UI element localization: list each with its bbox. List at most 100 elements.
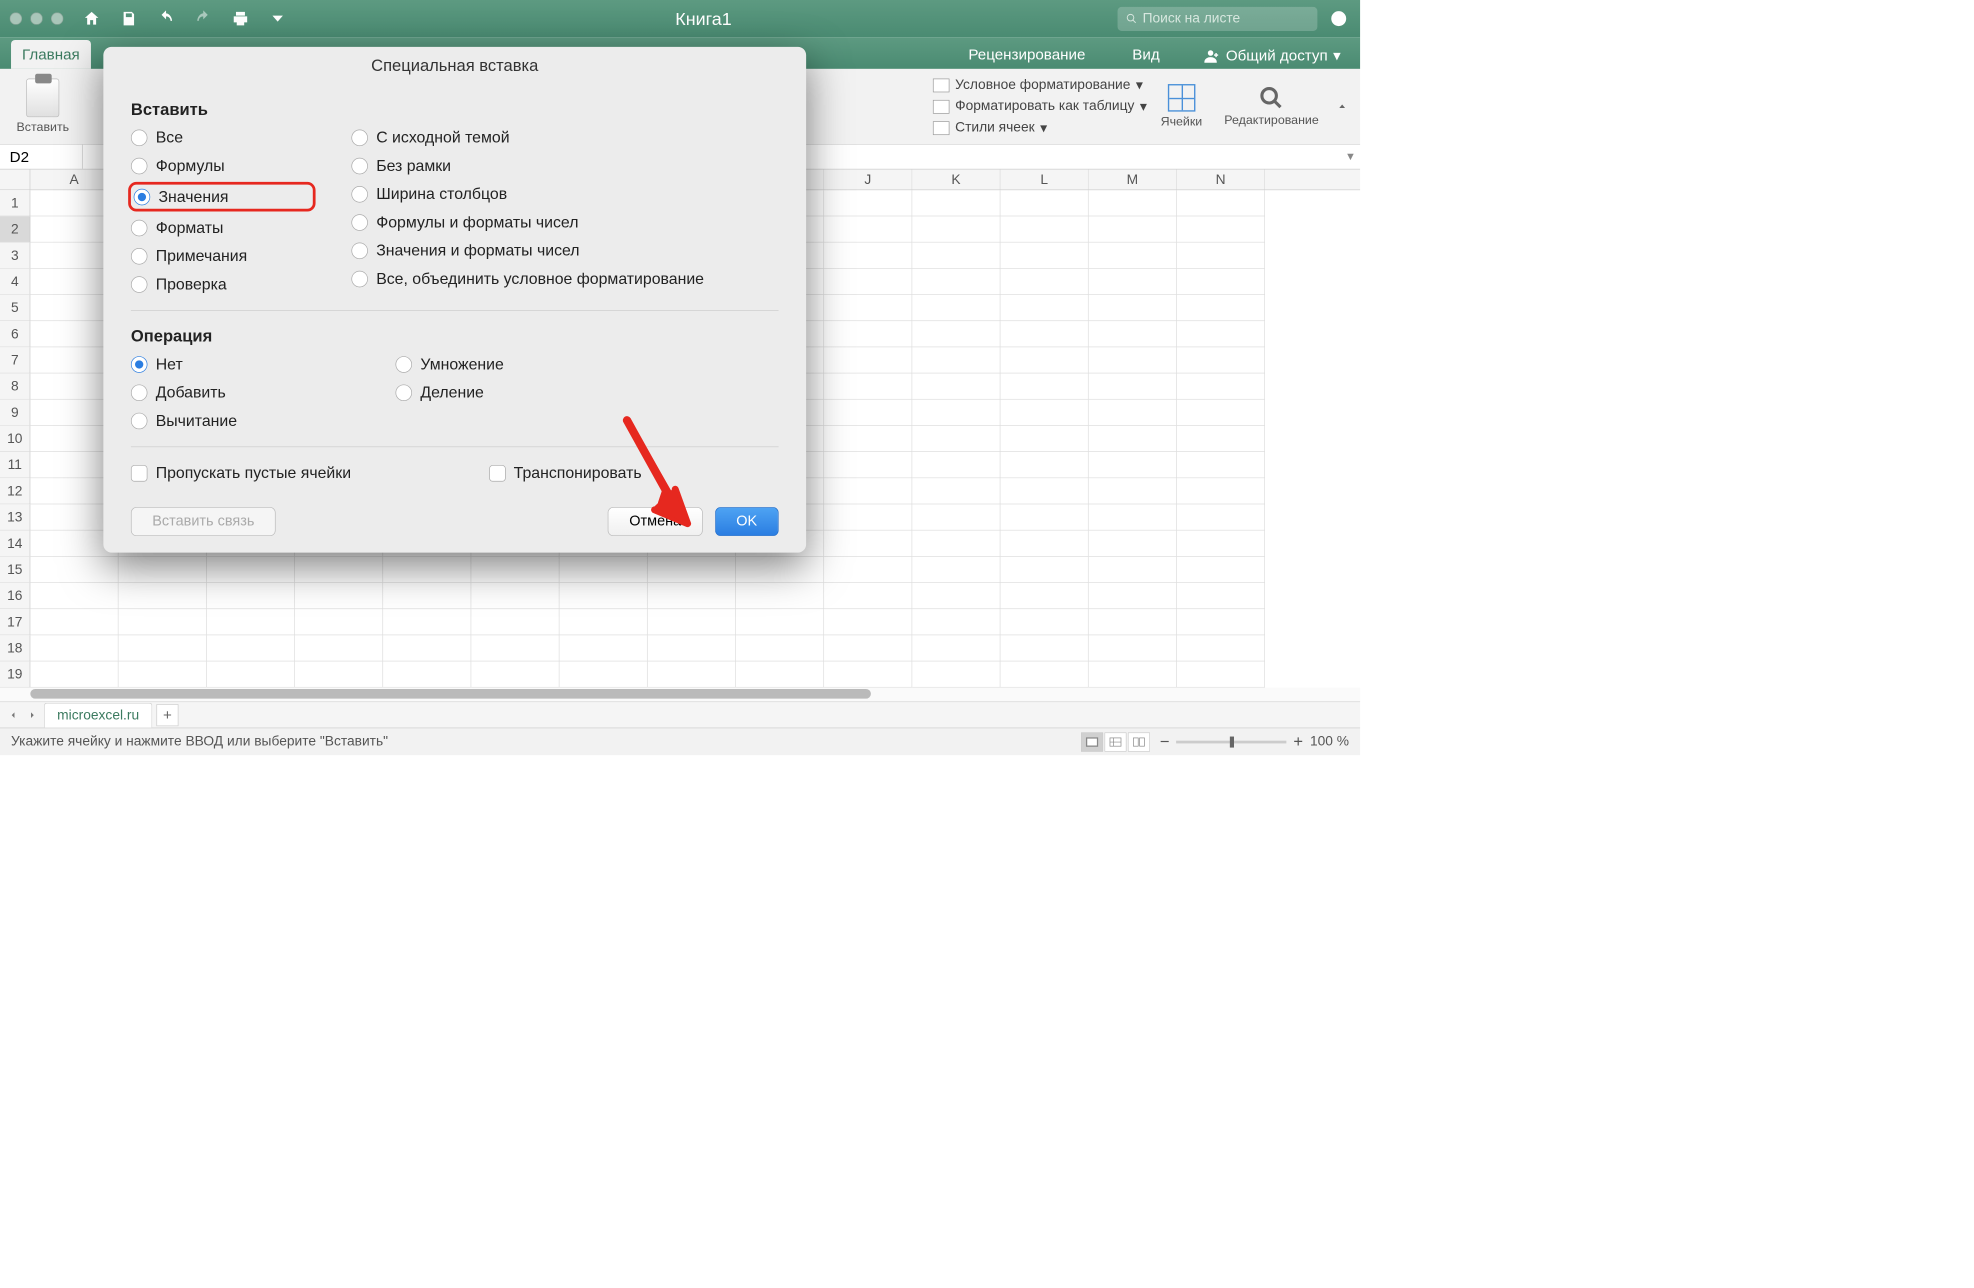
redo-icon[interactable] [192,7,215,30]
search-input[interactable] [1143,11,1309,27]
cell[interactable] [1089,400,1177,426]
radio-option[interactable]: Ширина столбцов [351,185,704,204]
cell[interactable] [559,609,647,635]
share-button[interactable]: Общий доступ ▾ [1196,43,1350,69]
zoom-slider[interactable] [1176,740,1286,743]
cell[interactable] [119,557,207,583]
row-header[interactable]: 15 [0,557,30,583]
sheet-tab[interactable]: microexcel.ru [44,702,152,727]
radio-option[interactable]: С исходной темой [351,128,704,147]
cell[interactable] [648,583,736,609]
row-header[interactable]: 4 [0,269,30,295]
row-header[interactable]: 19 [0,661,30,687]
cell[interactable] [295,609,383,635]
radio-option[interactable]: Умножение [396,355,504,374]
radio-option[interactable]: Все [131,128,310,147]
page-break-view-icon[interactable] [1128,732,1150,751]
cell[interactable] [648,557,736,583]
radio-option[interactable]: Без рамки [351,156,704,175]
cell[interactable] [912,216,1000,242]
row-header[interactable]: 6 [0,321,30,347]
cell[interactable] [1089,426,1177,452]
cell[interactable] [1000,347,1088,373]
cell[interactable] [912,190,1000,216]
row-header[interactable]: 18 [0,635,30,661]
cell[interactable] [471,609,559,635]
cell[interactable] [1177,557,1265,583]
cell[interactable] [295,661,383,687]
sheet-nav-prev-icon[interactable] [6,707,21,722]
radio-option[interactable]: Формулы [131,156,310,175]
cell[interactable] [824,635,912,661]
radio-option[interactable]: Деление [396,383,504,402]
cell[interactable] [824,531,912,557]
undo-icon[interactable] [154,7,177,30]
zoom-in-button[interactable]: + [1293,732,1303,751]
cell[interactable] [1089,504,1177,530]
cell[interactable] [1000,373,1088,399]
cell[interactable] [824,583,912,609]
cell[interactable] [1089,347,1177,373]
normal-view-icon[interactable] [1081,732,1103,751]
cell[interactable] [30,661,118,687]
column-header[interactable]: N [1177,169,1265,189]
cell[interactable] [1177,478,1265,504]
cell[interactable] [912,243,1000,269]
cell[interactable] [1177,635,1265,661]
radio-option[interactable]: Вычитание [131,411,237,430]
cell[interactable] [1177,531,1265,557]
cell[interactable] [1177,609,1265,635]
cell[interactable] [30,609,118,635]
print-icon[interactable] [229,7,252,30]
zoom-thumb[interactable] [1230,736,1234,747]
cell[interactable] [119,609,207,635]
cell[interactable] [912,478,1000,504]
radio-option[interactable]: Примечания [131,247,310,266]
cell[interactable] [1089,635,1177,661]
paste-group[interactable]: Вставить [8,69,77,144]
cell[interactable] [1089,321,1177,347]
cell[interactable] [824,609,912,635]
cell[interactable] [736,635,824,661]
conditional-format-button[interactable]: Условное форматирование ▾ [933,76,1147,93]
row-header[interactable]: 11 [0,452,30,478]
cell[interactable] [912,661,1000,687]
add-sheet-button[interactable]: + [156,704,178,726]
column-header[interactable]: J [824,169,912,189]
cell[interactable] [1089,269,1177,295]
cell[interactable] [824,426,912,452]
cell[interactable] [648,635,736,661]
cell[interactable] [912,583,1000,609]
cell[interactable] [1177,216,1265,242]
cell[interactable] [912,504,1000,530]
cell[interactable] [1000,478,1088,504]
cell[interactable] [1177,243,1265,269]
column-header[interactable]: L [1000,169,1088,189]
cell[interactable] [119,661,207,687]
row-header[interactable]: 2 [0,216,30,242]
cell[interactable] [30,583,118,609]
cell[interactable] [1089,373,1177,399]
tab-view[interactable]: Вид [1121,40,1170,69]
save-icon[interactable] [117,7,140,30]
cell[interactable] [1089,452,1177,478]
cell[interactable] [1000,400,1088,426]
row-header[interactable]: 1 [0,190,30,216]
edit-group[interactable]: Редактирование [1216,69,1327,144]
format-as-table-button[interactable]: Форматировать как таблицу ▾ [933,98,1147,115]
cell[interactable] [1177,347,1265,373]
cell[interactable] [1177,583,1265,609]
cell[interactable] [1000,243,1088,269]
horizontal-scrollbar[interactable] [0,688,1360,702]
radio-option[interactable]: Добавить [131,383,237,402]
cell[interactable] [1089,190,1177,216]
cell[interactable] [1177,295,1265,321]
cell[interactable] [559,635,647,661]
cell[interactable] [1177,400,1265,426]
radio-option[interactable]: Все, объединить условное форматирование [351,269,704,288]
cell[interactable] [912,373,1000,399]
cell[interactable] [1089,216,1177,242]
row-header[interactable]: 12 [0,478,30,504]
row-header[interactable]: 10 [0,426,30,452]
cell[interactable] [824,478,912,504]
